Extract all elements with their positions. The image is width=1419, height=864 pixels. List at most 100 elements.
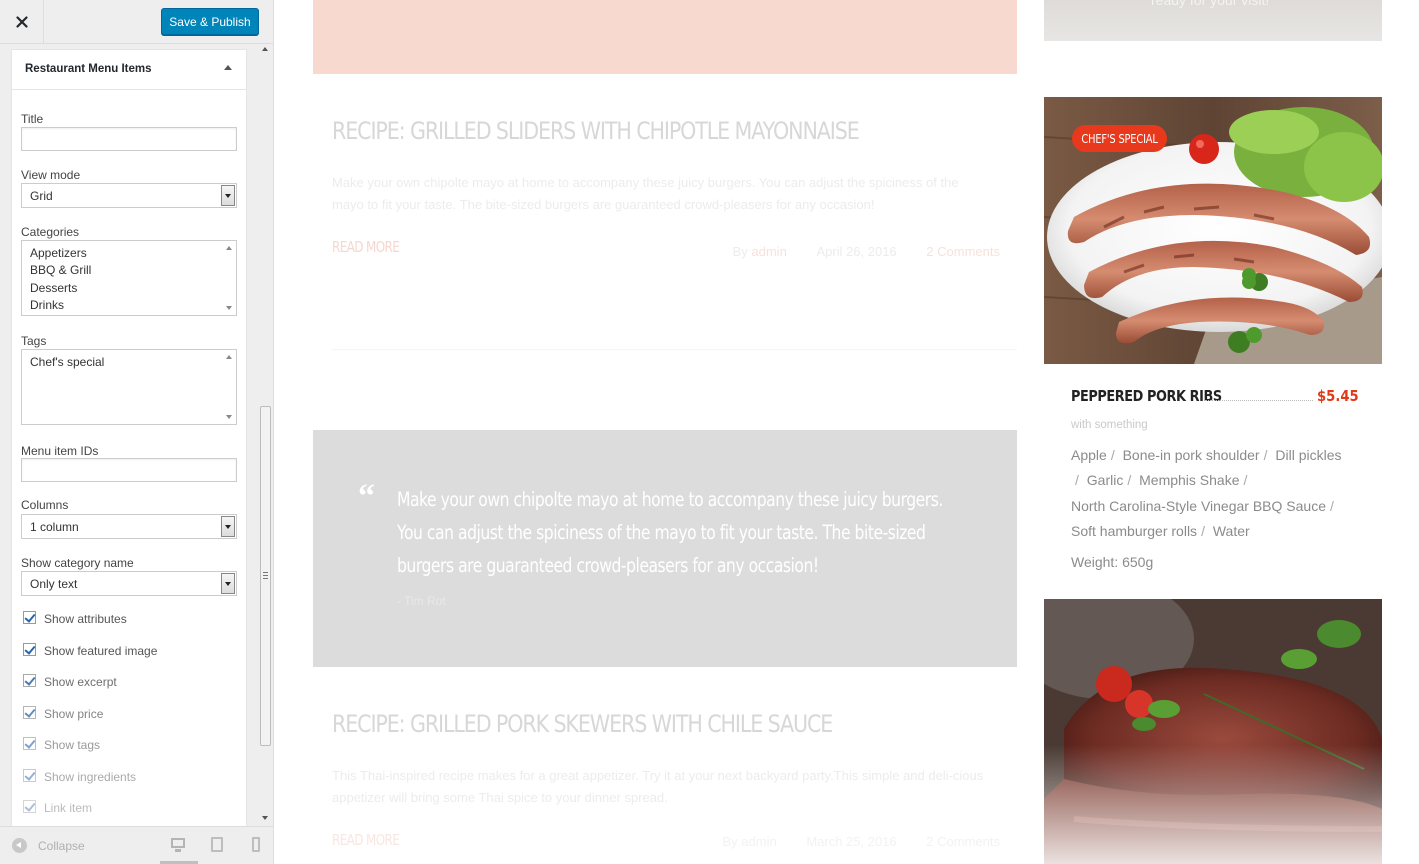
chevron-down-icon[interactable]	[221, 516, 235, 537]
checkbox-label: Show featured image	[44, 644, 158, 658]
author-link[interactable]: admin	[751, 244, 786, 259]
post-meta: By admin March 25, 2016 2 Comments	[722, 834, 1000, 849]
post-date: March 25, 2016	[806, 834, 897, 849]
save-publish-button[interactable]: Save & Publish	[161, 8, 259, 35]
ingredient-tag[interactable]: Memphis Shake	[1139, 472, 1239, 488]
badge-label: CHEF'S SPECIAL	[1081, 131, 1158, 146]
tags-list[interactable]: Chef's special	[21, 349, 237, 425]
columns-value: 1 column	[30, 520, 79, 534]
ingredient-list: Apple / Bone-in pork shoulder / Dill pickl…	[1071, 447, 1342, 539]
collapse-arrow-icon[interactable]	[224, 65, 232, 70]
desktop-preview-button[interactable]	[169, 837, 187, 853]
quote-icon: “	[358, 478, 375, 515]
chevron-down-icon[interactable]	[221, 573, 235, 594]
menu-item-weight: Weight: 650g	[1071, 554, 1154, 570]
checkbox-label: Show ingredients	[44, 770, 137, 784]
quote-author: - Tim Rot	[397, 594, 446, 608]
widget-header[interactable]: Restaurant Menu Items	[12, 50, 246, 90]
category-option[interactable]: Appetizers	[30, 246, 87, 260]
divider	[332, 349, 1017, 350]
show-category-select[interactable]: Only text	[21, 571, 237, 596]
title-input[interactable]	[21, 127, 237, 151]
author-link[interactable]: admin	[741, 834, 776, 849]
desktop-icon	[171, 838, 185, 848]
post-excerpt: Make your own chipolte mayo at home to a…	[332, 175, 959, 212]
grip-icon	[263, 572, 268, 579]
columns-label: Columns	[21, 498, 69, 512]
categories-label: Categories	[21, 225, 80, 239]
checkbox-label: Show tags	[44, 738, 101, 752]
categories-scrollbar[interactable]	[222, 241, 236, 315]
category-option[interactable]: Desserts	[30, 281, 77, 295]
widget-title: Restaurant Menu Items	[25, 63, 152, 75]
post-featured-block	[313, 0, 1017, 74]
price-leader-dots	[1205, 400, 1313, 401]
mobile-icon	[252, 837, 260, 852]
comments-link[interactable]: 2 Comments	[926, 244, 1000, 259]
promo-text: ready for your visit!	[1151, 0, 1270, 8]
comments-link[interactable]: 2 Comments	[926, 834, 1000, 849]
post-title[interactable]: RECIPE: GRILLED SLIDERS WITH CHIPOTLE MA…	[332, 117, 860, 145]
ingredient-tag[interactable]: Bone-in pork shoulder	[1123, 447, 1260, 463]
collapse-label: Collapse	[38, 839, 85, 853]
menu-item-ids-input[interactable]	[21, 458, 237, 482]
checkbox-label: Show attributes	[44, 612, 127, 626]
ingredient-tag[interactable]: Dill pickles	[1275, 447, 1341, 463]
ingredient-tag[interactable]: Soft hamburger rolls	[1071, 523, 1197, 539]
post-meta: By admin April 26, 2016 2 Comments	[733, 244, 1000, 259]
title-label: Title	[21, 112, 44, 126]
checkbox[interactable]	[23, 800, 36, 813]
read-more-link[interactable]: READ MORE	[332, 831, 400, 849]
checkbox[interactable]	[23, 737, 36, 750]
checkbox[interactable]	[23, 769, 36, 782]
ingredient-tag[interactable]: Water	[1213, 523, 1250, 539]
widget-restaurant-menu-items: Restaurant Menu Items Title View mode Gr…	[11, 49, 247, 826]
tablet-icon	[211, 837, 223, 852]
scroll-up-icon[interactable]	[262, 47, 268, 51]
show-category-value: Only text	[30, 577, 78, 591]
view-mode-select[interactable]: Grid	[21, 183, 237, 208]
steak-image	[1044, 599, 1382, 864]
menu-item-image[interactable]	[1044, 599, 1382, 864]
quote-text: Make your own chipolte mayo at home to a…	[397, 488, 943, 577]
columns-select[interactable]: 1 column	[21, 514, 237, 539]
collapse-icon	[12, 838, 27, 853]
customizer-footer: Collapse	[0, 826, 273, 864]
by-label: By	[732, 244, 748, 259]
chevron-down-icon[interactable]	[221, 185, 235, 206]
mobile-preview-button[interactable]	[247, 837, 265, 853]
ingredient-tag[interactable]: North Carolina-Style Vinegar BBQ Sauce	[1071, 498, 1326, 514]
close-icon	[15, 16, 28, 28]
menu-item-ids-label: Menu item IDs	[21, 444, 99, 458]
checkbox[interactable]	[23, 674, 36, 687]
scrollbar-thumb[interactable]	[260, 406, 271, 746]
quote-block: “ Make your own chipolte mayo at home to…	[313, 430, 1017, 667]
checkbox[interactable]	[23, 706, 36, 719]
sidebar-scrollbar[interactable]	[259, 44, 272, 826]
category-option[interactable]: Drinks	[30, 298, 64, 312]
close-button[interactable]	[0, 0, 44, 44]
menu-item-name[interactable]: PEPPERED PORK RIBS	[1071, 387, 1222, 405]
customizer-header: Save & Publish	[0, 0, 273, 44]
category-option[interactable]: BBQ & Grill	[30, 263, 91, 277]
scroll-down-icon[interactable]	[262, 816, 268, 820]
view-mode-value: Grid	[30, 189, 53, 203]
tablet-preview-button[interactable]	[208, 837, 226, 853]
post-date: April 26, 2016	[816, 244, 897, 259]
by-label: By	[722, 834, 738, 849]
checkbox[interactable]	[23, 643, 36, 656]
menu-item-description: with something	[1071, 419, 1148, 431]
categories-list[interactable]: Appetizers BBQ & Grill Desserts Drinks	[21, 240, 237, 316]
menu-item-price: $5.45	[1317, 387, 1359, 405]
post-title[interactable]: RECIPE: GRILLED PORK SKEWERS WITH CHILE …	[332, 710, 833, 738]
tags-scrollbar[interactable]	[222, 350, 236, 424]
ingredient-tag[interactable]: Apple	[1071, 447, 1107, 463]
tag-option[interactable]: Chef's special	[30, 355, 104, 369]
chefs-special-badge: CHEF'S SPECIAL	[1072, 125, 1167, 152]
menu-item-image[interactable]: CHEF'S SPECIAL	[1044, 97, 1382, 364]
ingredient-tag[interactable]: Garlic	[1087, 472, 1124, 488]
site-preview: RECIPE: GRILLED SLIDERS WITH CHIPOTLE MA…	[274, 0, 1419, 864]
customizer-screen: Save & Publish Restaurant Menu Items Tit…	[0, 0, 1419, 864]
checkbox[interactable]	[23, 611, 36, 624]
read-more-link[interactable]: READ MORE	[332, 238, 400, 256]
